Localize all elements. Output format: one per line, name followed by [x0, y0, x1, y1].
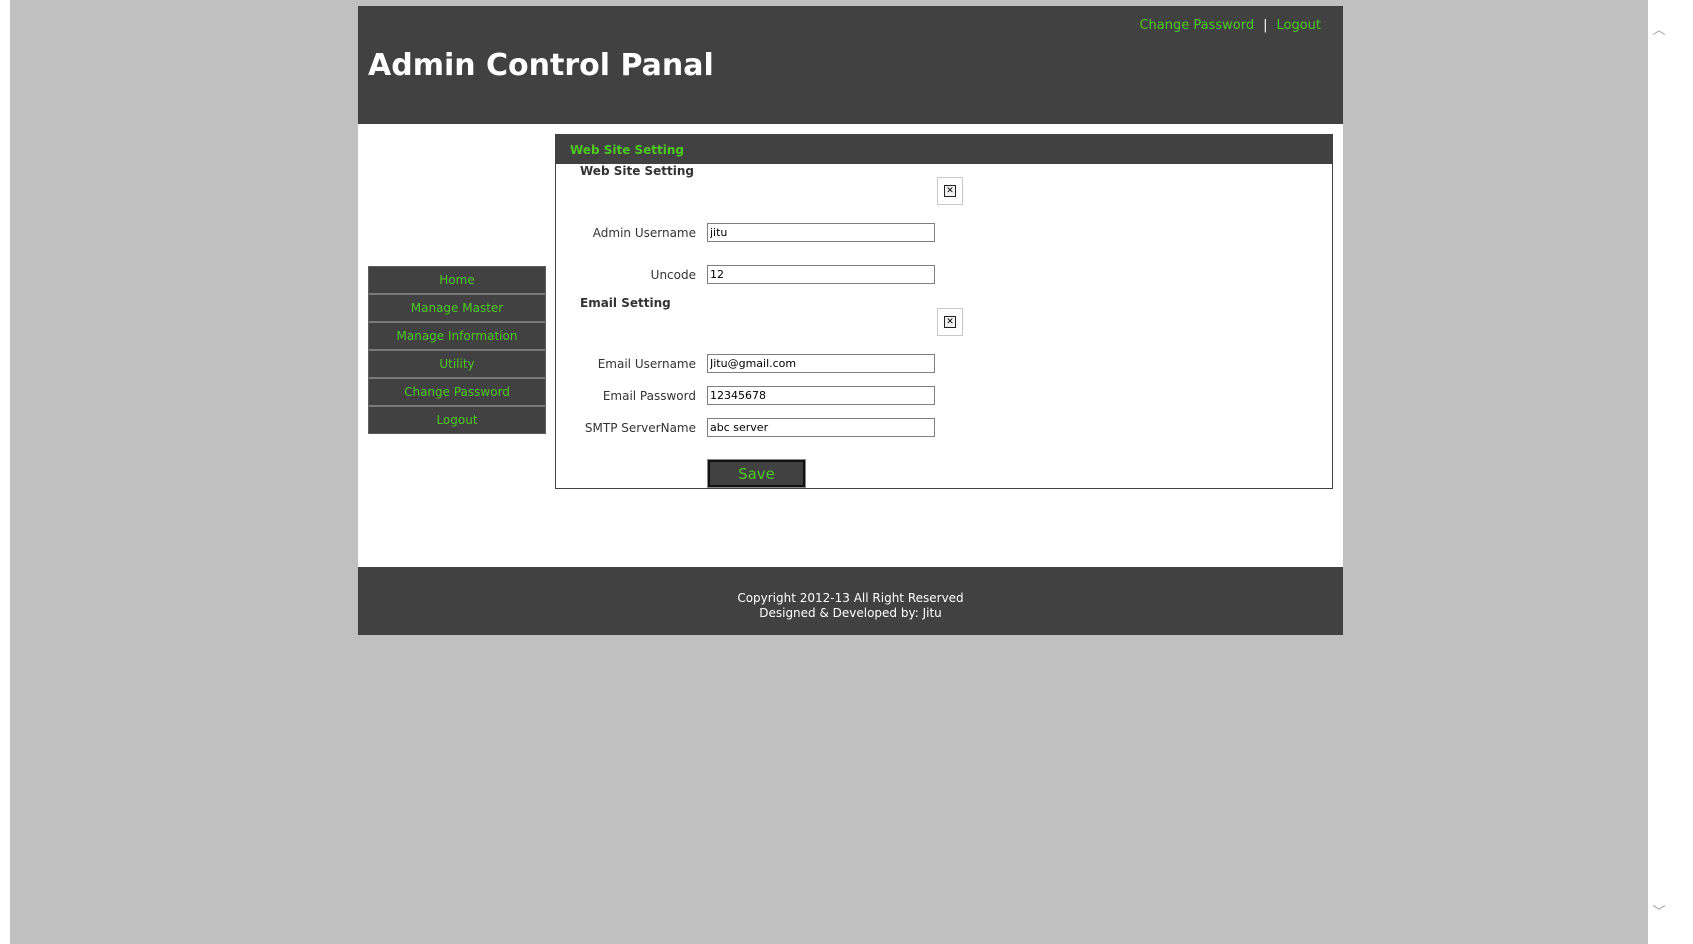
sidebar-item-logout[interactable]: Logout — [369, 407, 545, 433]
save-button[interactable]: Save — [707, 459, 806, 488]
email-section-title: Email Setting — [580, 296, 671, 310]
admin-username-label: Admin Username — [592, 226, 696, 240]
uncode-input[interactable] — [707, 265, 935, 284]
link-separator: | — [1263, 18, 1268, 33]
vertical-scrollbar[interactable]: ︿ ﹀ — [1648, 0, 1670, 944]
header-change-password-link[interactable]: Change Password — [1139, 18, 1254, 33]
email-password-label: Email Password — [602, 389, 696, 403]
page-container: Admin Control Panal Change Password | Logo… — [358, 6, 1343, 635]
settings-panel: Web Site Setting Web Site Setting ✕ Admi… — [555, 134, 1333, 489]
sidebar-item-manage-information[interactable]: Manage Information — [369, 323, 545, 351]
chevron-up-icon[interactable]: ︿ — [1652, 24, 1666, 38]
uncode-label: Uncode — [650, 268, 696, 282]
smtp-servername-label: SMTP ServerName — [584, 421, 696, 435]
broken-image-glyph: ✕ — [944, 316, 956, 328]
broken-image-glyph: ✕ — [944, 185, 956, 197]
broken-image-icon: ✕ — [937, 308, 963, 336]
page-title: Admin Control Panal — [368, 48, 714, 83]
sidebar-menu: Home Manage Master Manage Information Ut… — [368, 266, 546, 434]
broken-image-icon: ✕ — [937, 177, 963, 205]
site-footer: Copyright 2012-13 All Right Reserved Des… — [358, 567, 1343, 635]
panel-title: Web Site Setting — [556, 135, 1332, 164]
email-password-input[interactable] — [707, 386, 935, 405]
browser-viewport: Admin Control Panal Change Password | Logo… — [10, 0, 1670, 944]
top-links: Change Password | Logout — [1139, 18, 1321, 33]
admin-username-input[interactable] — [707, 223, 935, 242]
email-username-label: Email Username — [597, 357, 696, 371]
sidebar-item-manage-master[interactable]: Manage Master — [369, 295, 545, 323]
email-username-input[interactable] — [707, 354, 935, 373]
website-section-title: Web Site Setting — [580, 164, 695, 178]
chevron-down-icon[interactable]: ﹀ — [1652, 906, 1666, 920]
footer-copyright: Copyright 2012-13 All Right Reserved — [737, 591, 964, 605]
sidebar-item-home[interactable]: Home — [369, 267, 545, 295]
smtp-servername-input[interactable] — [707, 418, 935, 437]
sidebar-item-change-password[interactable]: Change Password — [369, 379, 545, 407]
sidebar-item-utility[interactable]: Utility — [369, 351, 545, 379]
footer-credits: Designed & Developed by: Jitu — [759, 606, 942, 620]
site-header: Admin Control Panal Change Password | Logo… — [358, 6, 1343, 124]
header-logout-link[interactable]: Logout — [1276, 18, 1321, 33]
